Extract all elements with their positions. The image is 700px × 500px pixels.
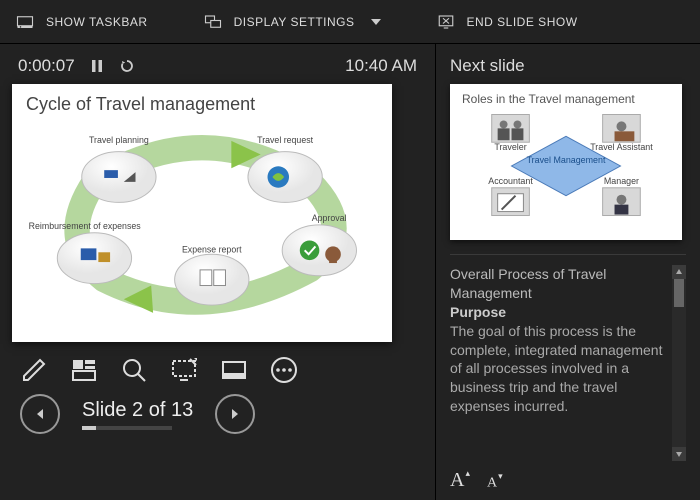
notes-purpose-label: Purpose — [450, 303, 666, 322]
svg-text:Expense report: Expense report — [182, 244, 242, 254]
svg-text:Traveler: Traveler — [494, 142, 526, 152]
restart-timer-button[interactable] — [119, 58, 135, 74]
scroll-up-button[interactable] — [672, 265, 686, 279]
display-settings-button[interactable]: DISPLAY SETTINGS — [204, 13, 381, 31]
elapsed-time: 0:00:07 — [18, 56, 75, 76]
pen-tool-button[interactable] — [20, 356, 48, 384]
current-slide-panel: 0:00:07 10:40 AM Cycle of Travel managem… — [0, 44, 436, 500]
end-slide-show-button[interactable]: END SLIDE SHOW — [437, 13, 578, 31]
slide-progress-track — [82, 426, 172, 430]
panel-divider — [450, 254, 686, 255]
increase-font-button[interactable]: A▴ — [450, 469, 469, 492]
svg-text:Approval: Approval — [312, 213, 347, 223]
pause-button[interactable] — [89, 58, 105, 74]
presenter-tools — [12, 342, 423, 390]
decrease-font-button[interactable]: A▾ — [487, 473, 502, 492]
svg-text:Travel planning: Travel planning — [89, 135, 149, 145]
svg-text:Manager: Manager — [604, 176, 639, 186]
presenter-topbar: SHOW TASKBAR DISPLAY SETTINGS END SLIDE … — [0, 0, 700, 44]
end-slide-show-label: END SLIDE SHOW — [467, 15, 578, 29]
chevron-down-icon — [371, 19, 381, 25]
roles-diagram: Travel Management ​ Traveler Travel Assi… — [462, 106, 670, 226]
zoom-button[interactable] — [120, 356, 148, 384]
see-all-slides-button[interactable] — [70, 356, 98, 384]
scroll-track[interactable] — [672, 279, 686, 447]
notes-scrollbar[interactable] — [672, 265, 686, 461]
next-slide-panel: Next slide Roles in the Travel managemen… — [436, 44, 700, 500]
svg-text:Accountant: Accountant — [488, 176, 533, 186]
current-slide-title: Cycle of Travel management — [26, 94, 378, 115]
next-slide-preview[interactable]: Roles in the Travel management Travel Ma… — [450, 84, 682, 240]
show-taskbar-label: SHOW TASKBAR — [46, 15, 148, 29]
next-slide-header: Next slide — [450, 56, 686, 76]
svg-text:Travel Assistant: Travel Assistant — [590, 142, 653, 152]
next-slide-button[interactable] — [215, 394, 255, 434]
timer-row: 0:00:07 10:40 AM — [12, 56, 423, 84]
cycle-diagram: Travel planning Travel request Approval … — [26, 121, 378, 321]
svg-text:Travel request: Travel request — [257, 135, 313, 145]
display-settings-icon — [204, 13, 222, 31]
slide-progress-fill — [82, 426, 96, 430]
notes-title: Overall Process of Travel Management — [450, 265, 666, 303]
more-options-button[interactable] — [270, 356, 298, 384]
speaker-notes: Overall Process of Travel Management Pur… — [450, 265, 666, 461]
display-settings-label: DISPLAY SETTINGS — [234, 15, 355, 29]
taskbar-icon — [16, 13, 34, 31]
slide-counter: Slide 2 of 13 — [82, 399, 193, 422]
current-slide-preview[interactable]: Cycle of Travel management — [12, 84, 392, 342]
scroll-down-button[interactable] — [672, 447, 686, 461]
prev-slide-button[interactable] — [20, 394, 60, 434]
slide-nav: Slide 2 of 13 — [12, 390, 423, 434]
notes-body: The goal of this process is the complete… — [450, 322, 666, 416]
slide-counter-block: Slide 2 of 13 — [82, 399, 193, 430]
svg-text:Reimbursement of expenses: Reimbursement of expenses — [29, 221, 142, 231]
next-slide-title: Roles in the Travel management — [462, 92, 670, 106]
subtitles-button[interactable] — [220, 356, 248, 384]
svg-text:Travel Management: Travel Management — [527, 155, 606, 165]
end-show-icon — [437, 13, 455, 31]
clock-time: 10:40 AM — [345, 56, 417, 76]
show-taskbar-button[interactable]: SHOW TASKBAR — [16, 13, 148, 31]
notes-font-size-controls: A▴ A▾ — [450, 461, 686, 492]
scroll-thumb[interactable] — [674, 279, 684, 307]
black-screen-button[interactable] — [170, 356, 198, 384]
